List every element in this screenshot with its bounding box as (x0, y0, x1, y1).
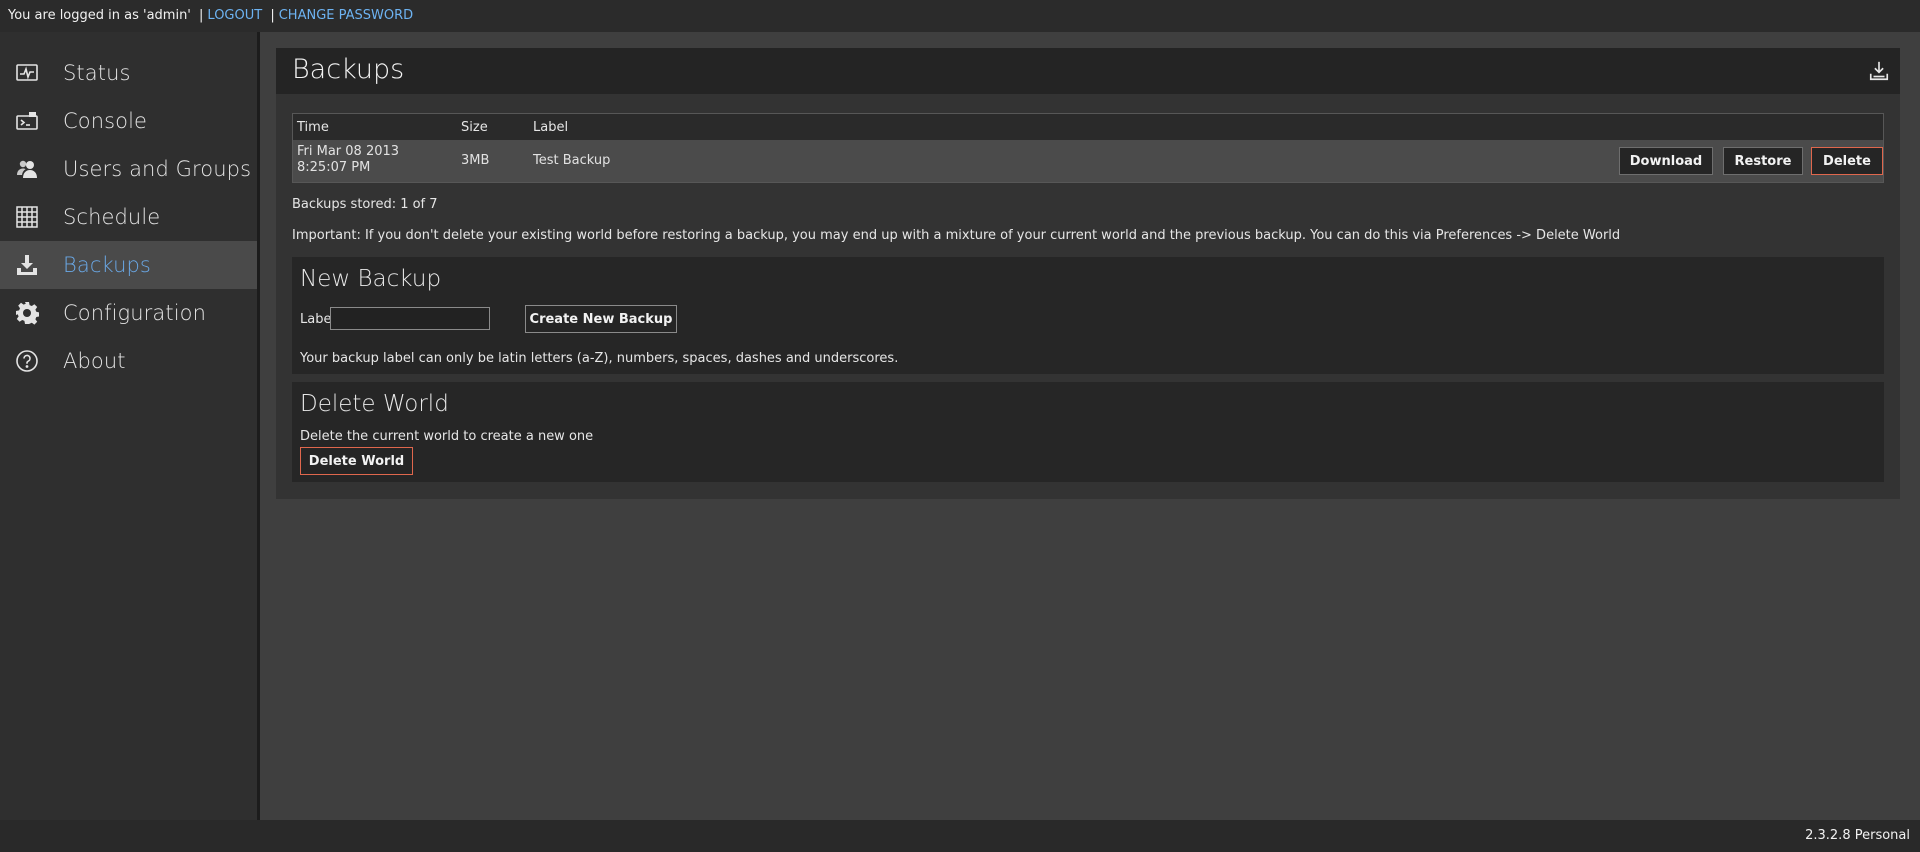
sidebar-item-configuration[interactable]: Configuration (0, 289, 257, 337)
column-header-time: Time (297, 120, 329, 135)
footer: 2.3.2.8 Personal (0, 820, 1920, 852)
sidebar-item-label: Users and Groups (63, 157, 252, 181)
sidebar: Status Console Users and Groups Schedule… (0, 32, 260, 820)
backup-label-input[interactable] (330, 307, 490, 330)
sidebar-item-about[interactable]: About (0, 337, 257, 385)
table-row: Fri Mar 08 2013 8:25:07 PM 3MB Test Back… (293, 140, 1883, 182)
backups-table: Time Size Label Fri Mar 08 2013 8:25:07 … (292, 113, 1884, 183)
sidebar-item-users-and-groups[interactable]: Users and Groups (0, 145, 257, 193)
version-label: 2.3.2.8 Personal (1805, 828, 1910, 843)
column-header-size: Size (461, 120, 488, 135)
sidebar-item-console[interactable]: Console (0, 97, 257, 145)
restore-button[interactable]: Restore (1723, 147, 1803, 175)
sidebar-item-backups[interactable]: Backups (0, 241, 257, 289)
delete-world-title: Delete World (300, 391, 449, 417)
page-title: Backups (292, 54, 405, 85)
backup-time: Fri Mar 08 2013 8:25:07 PM (297, 144, 400, 175)
new-backup-panel: New Backup Label: Create New Backup Your… (292, 257, 1884, 374)
sidebar-item-label: Configuration (63, 301, 206, 325)
backups-stored-text: Backups stored: 1 of 7 (292, 197, 438, 212)
pulse-monitor-icon (13, 59, 41, 87)
separator: | (199, 8, 204, 23)
sidebar-item-label: Schedule (63, 205, 161, 229)
delete-world-button[interactable]: Delete World (300, 447, 413, 475)
sidebar-item-label: About (63, 349, 126, 373)
delete-backup-button[interactable]: Delete (1811, 147, 1883, 175)
download-tray-icon[interactable] (1868, 60, 1890, 82)
delete-world-panel: Delete World Delete the current world to… (292, 382, 1884, 482)
users-icon (13, 155, 41, 183)
top-bar: You are logged in as 'admin' | LOGOUT | CH… (0, 0, 1920, 32)
separator: | (270, 8, 275, 23)
backup-label-hint: Your backup label can only be latin lett… (300, 351, 899, 366)
calendar-grid-icon (13, 203, 41, 231)
backup-label: Test Backup (533, 153, 611, 168)
download-button[interactable]: Download (1619, 147, 1713, 175)
delete-world-description: Delete the current world to create a new… (300, 429, 594, 444)
download-tray-icon (13, 251, 41, 279)
backup-size: 3MB (461, 153, 490, 168)
sidebar-item-label: Console (63, 109, 148, 133)
sidebar-item-schedule[interactable]: Schedule (0, 193, 257, 241)
sidebar-item-status[interactable]: Status (0, 49, 257, 97)
sidebar-item-label: Status (63, 61, 131, 85)
column-header-label: Label (533, 120, 569, 135)
important-notice: Important: If you don't delete your exis… (292, 228, 1621, 243)
create-new-backup-button[interactable]: Create New Backup (525, 305, 677, 333)
console-icon (13, 107, 41, 135)
page-header: Backups (276, 48, 1900, 94)
change-password-link[interactable]: CHANGE PASSWORD (279, 8, 413, 23)
table-header: Time Size Label (293, 114, 1883, 140)
gear-icon (13, 299, 41, 327)
logout-link[interactable]: LOGOUT (207, 8, 262, 23)
question-circle-icon (13, 347, 41, 375)
main-content: Backups Time Size Label Fri Mar 08 2013 … (276, 48, 1900, 499)
sidebar-item-label: Backups (63, 253, 151, 277)
login-status-text: You are logged in as 'admin' (8, 8, 191, 23)
new-backup-title: New Backup (300, 266, 442, 292)
